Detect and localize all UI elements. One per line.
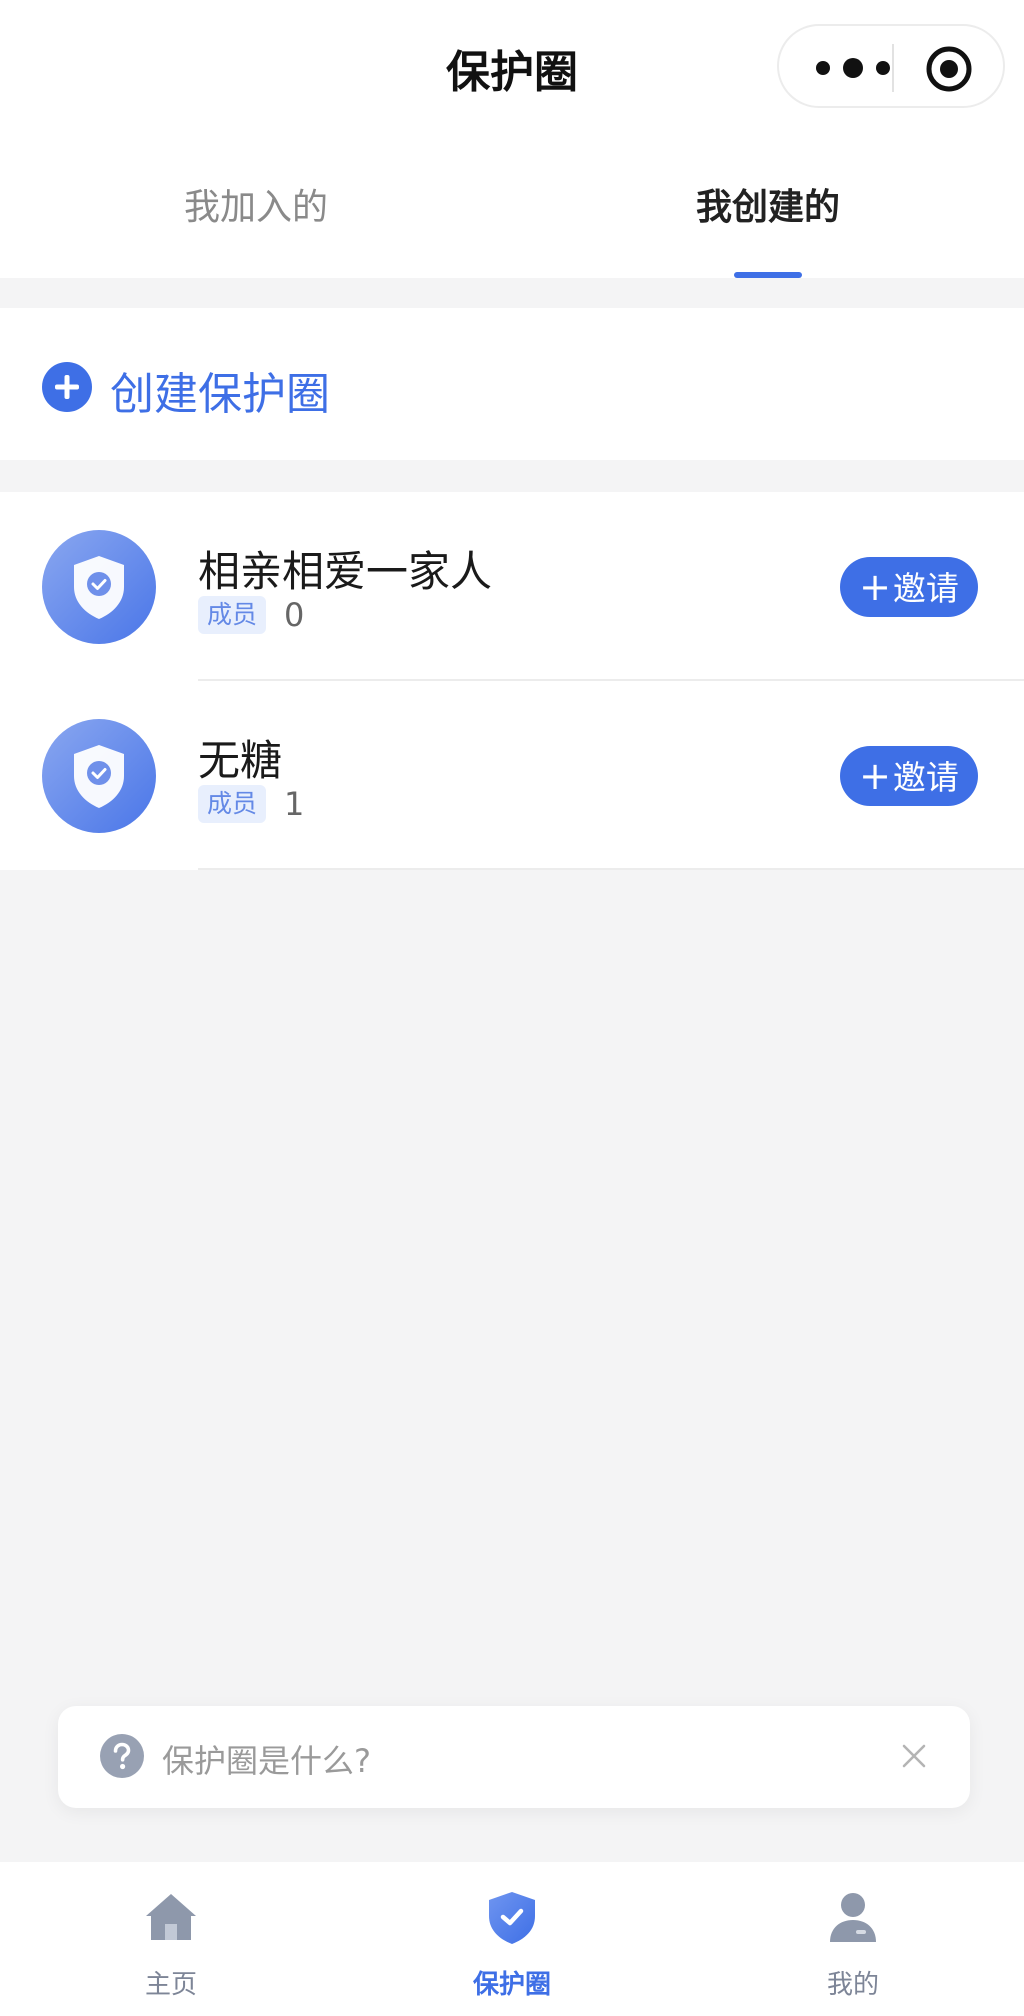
help-label: 保护圈是什么? xyxy=(162,1742,371,1780)
member-count: 1 xyxy=(284,785,305,823)
close-icon[interactable] xyxy=(900,1742,928,1770)
shield-avatar-icon xyxy=(42,530,156,644)
header-bar: 保护圈 xyxy=(0,0,1024,134)
more-icon[interactable] xyxy=(813,56,893,80)
row-divider xyxy=(198,868,1024,870)
nav-item-mine[interactable]: 我的 xyxy=(0,1862,1024,2016)
circle-list: 相亲相爱一家人 成员 0 +邀请 无糖 成员 1 +邀请 xyxy=(0,492,1024,870)
create-circle-label: 创建保护圈 xyxy=(110,369,330,420)
question-circle-icon xyxy=(100,1734,144,1778)
circle-name: 相亲相爱一家人 xyxy=(198,547,493,596)
user-icon xyxy=(830,1893,876,1942)
tab-created[interactable]: 我创建的 xyxy=(512,178,1024,230)
invite-button[interactable]: +邀请 xyxy=(840,557,978,617)
member-count: 0 xyxy=(284,596,305,634)
miniprogram-capsule xyxy=(777,24,1005,108)
plus-icon: + xyxy=(859,754,891,798)
shield-avatar-icon xyxy=(42,719,156,833)
invite-button[interactable]: +邀请 xyxy=(840,746,978,806)
active-tab-indicator xyxy=(734,272,802,278)
list-item[interactable]: 相亲相爱一家人 成员 0 +邀请 xyxy=(0,492,1024,681)
plus-circle-icon xyxy=(42,362,92,412)
tab-bar: 我加入的 我创建的 xyxy=(0,134,1024,278)
nav-label-mine: 我的 xyxy=(826,1970,879,2000)
capsule-divider xyxy=(892,44,894,92)
invite-label: 邀请 xyxy=(892,569,959,608)
list-item[interactable]: 无糖 成员 1 +邀请 xyxy=(0,681,1024,870)
create-circle-button[interactable]: 创建保护圈 xyxy=(0,308,1024,460)
invite-label: 邀请 xyxy=(892,758,959,797)
plus-icon: + xyxy=(859,565,891,609)
member-tag: 成员 xyxy=(198,596,267,634)
member-tag: 成员 xyxy=(198,785,267,823)
circle-name: 无糖 xyxy=(198,736,283,785)
tab-joined[interactable]: 我加入的 xyxy=(0,178,512,230)
close-miniprogram-icon[interactable] xyxy=(926,46,972,92)
help-tip-banner[interactable]: 保护圈是什么? xyxy=(58,1706,970,1808)
bottom-nav: 主页 保护圈 我的 xyxy=(0,1862,1024,2016)
